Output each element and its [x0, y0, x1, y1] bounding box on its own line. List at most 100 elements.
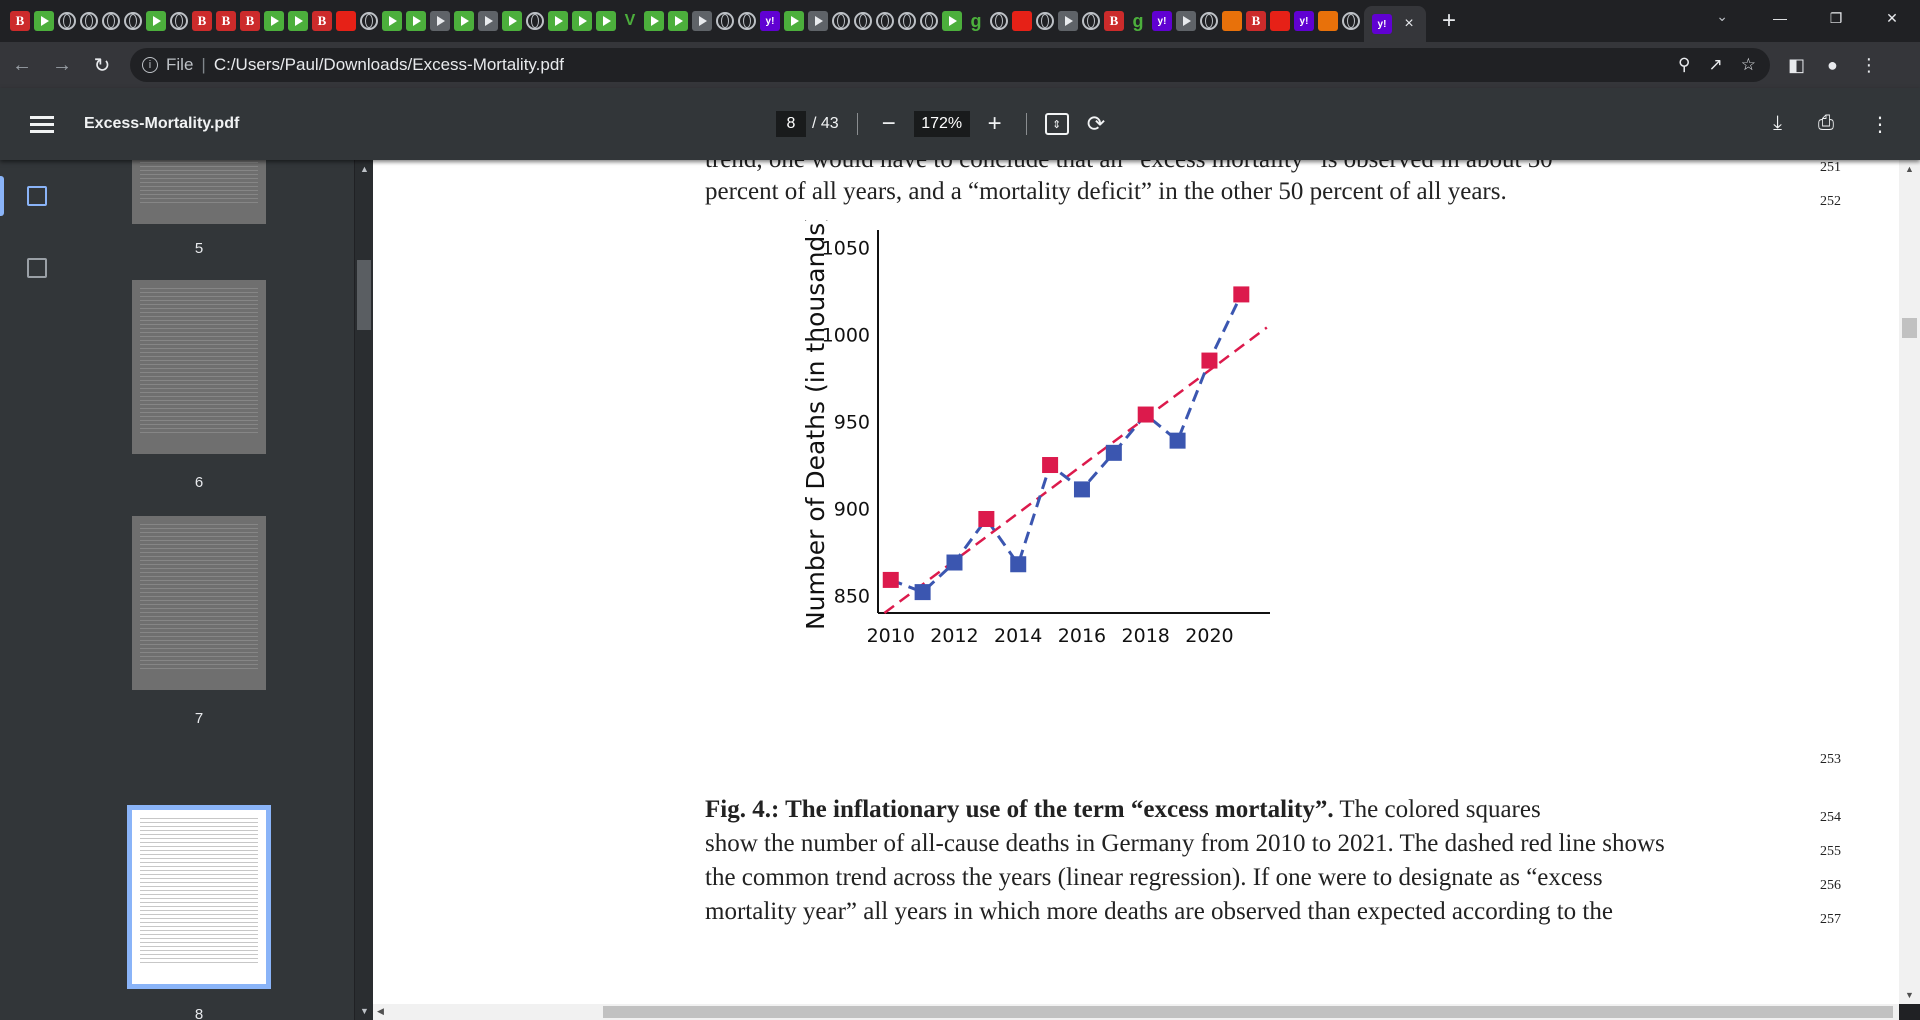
scroll-left-icon[interactable]: ◀: [377, 1006, 384, 1017]
share-icon[interactable]: ↗: [1709, 55, 1723, 75]
tab-favicon-B-icon[interactable]: B: [216, 11, 236, 31]
tab-favicon-globe-icon[interactable]: [170, 12, 188, 30]
tab-favicon-y-icon[interactable]: y!: [1294, 11, 1314, 31]
tab-favicon-red-icon[interactable]: [1270, 11, 1290, 31]
tab-favicon-globe-icon[interactable]: [1082, 12, 1100, 30]
hamburger-menu-icon[interactable]: [30, 115, 54, 133]
tab-favicon-play-icon[interactable]: [644, 11, 664, 31]
tab-favicon-globe-icon[interactable]: [1200, 12, 1218, 30]
horizontal-scrollbar[interactable]: ◀: [373, 1004, 1899, 1020]
tab-favicon-orange-icon[interactable]: [1318, 11, 1338, 31]
tab-favicon-g-icon[interactable]: g: [966, 11, 986, 31]
tab-close-icon[interactable]: ×: [1400, 15, 1418, 33]
tab-favicon-play-icon[interactable]: [454, 11, 474, 31]
page-thumbnail[interactable]: [132, 160, 266, 224]
tab-favicon-globe-icon[interactable]: [920, 12, 938, 30]
scroll-down-icon[interactable]: ▼: [360, 1006, 369, 1016]
tab-favicon-grey-icon[interactable]: [478, 11, 498, 31]
tab-favicon-play-icon[interactable]: [382, 11, 402, 31]
tab-favicon-B-icon[interactable]: B: [10, 11, 30, 31]
tab-favicon-globe-icon[interactable]: [832, 12, 850, 30]
reload-icon[interactable]: ↻: [84, 47, 120, 83]
back-icon[interactable]: ←: [4, 47, 40, 83]
bookmark-star-icon[interactable]: ☆: [1741, 55, 1756, 75]
tab-favicon-play-icon[interactable]: [784, 11, 804, 31]
tab-favicon-globe-icon[interactable]: [854, 12, 872, 30]
horizontal-scroll-thumb[interactable]: [603, 1006, 1893, 1018]
page-thumbnail-active[interactable]: [127, 805, 271, 989]
thumbnails-view-icon[interactable]: [0, 172, 74, 220]
download-icon[interactable]: ⤓: [1773, 112, 1782, 137]
tab-favicon-grey-icon[interactable]: [1176, 11, 1196, 31]
side-panel-icon[interactable]: ◧: [1788, 55, 1805, 76]
tab-favicon-v-icon[interactable]: V: [620, 11, 640, 31]
restore-icon[interactable]: ❐: [1808, 0, 1864, 36]
zoom-out-icon[interactable]: −: [876, 110, 902, 138]
tab-favicon-g-icon[interactable]: g: [1128, 11, 1148, 31]
tab-favicon-play-icon[interactable]: [596, 11, 616, 31]
tab-favicon-globe-icon[interactable]: [990, 12, 1008, 30]
tab-favicon-globe-icon[interactable]: [124, 12, 142, 30]
tab-favicon-orange-icon[interactable]: [1222, 11, 1242, 31]
new-tab-button[interactable]: +: [1442, 9, 1456, 33]
tab-favicon-y-icon[interactable]: y!: [1372, 14, 1392, 34]
tab-favicon-globe-icon[interactable]: [1342, 12, 1360, 30]
scroll-up-icon[interactable]: ▲: [360, 164, 369, 174]
tab-favicon-play-icon[interactable]: [942, 11, 962, 31]
scroll-up-icon[interactable]: ▲: [1905, 164, 1914, 174]
tab-favicon-grey-icon[interactable]: [692, 11, 712, 31]
tab-favicon-globe-icon[interactable]: [526, 12, 544, 30]
tab-favicon-play-icon[interactable]: [406, 11, 426, 31]
close-window-icon[interactable]: ✕: [1864, 0, 1920, 36]
tab-favicon-grey-icon[interactable]: [430, 11, 450, 31]
page-thumbnail[interactable]: [132, 516, 266, 690]
minimize-icon[interactable]: —: [1752, 0, 1808, 36]
active-tab[interactable]: y! ×: [1364, 6, 1426, 42]
tab-favicon-globe-icon[interactable]: [716, 12, 734, 30]
tab-favicon-globe-icon[interactable]: [898, 12, 916, 30]
page-thumbnail[interactable]: [132, 280, 266, 454]
tab-favicon-B-icon[interactable]: B: [240, 11, 260, 31]
tab-favicon-globe-icon[interactable]: [738, 12, 756, 30]
tab-favicon-grid-icon[interactable]: [808, 11, 828, 31]
tab-favicon-play-icon[interactable]: [146, 11, 166, 31]
tab-favicon-red-icon[interactable]: [336, 11, 356, 31]
zoom-icon[interactable]: ⚲: [1678, 55, 1690, 75]
tab-favicon-red-icon[interactable]: [1012, 11, 1032, 31]
profile-icon[interactable]: ●: [1827, 55, 1838, 76]
zoom-in-icon[interactable]: +: [982, 110, 1008, 138]
tab-favicon-globe-icon[interactable]: [102, 12, 120, 30]
tab-favicon-play-icon[interactable]: [548, 11, 568, 31]
zoom-input[interactable]: [913, 111, 970, 137]
address-bar[interactable]: i File | C:/Users/Paul/Downloads/Excess-…: [130, 48, 1770, 82]
rotate-icon[interactable]: ⟳: [1087, 111, 1105, 137]
tab-favicon-globe-icon[interactable]: [1036, 12, 1054, 30]
tab-favicon-y-icon[interactable]: y!: [1152, 11, 1172, 31]
tab-favicon-y-icon[interactable]: y!: [760, 11, 780, 31]
outline-view-icon[interactable]: [0, 244, 74, 292]
vertical-scrollbar[interactable]: ▲ ▼: [1899, 160, 1920, 1004]
site-info-icon[interactable]: i: [142, 57, 158, 73]
sidebar-scrollbar[interactable]: ▲ ▼: [355, 160, 373, 1020]
more-actions-icon[interactable]: ⋮: [1870, 112, 1890, 137]
vertical-scroll-thumb[interactable]: [1902, 318, 1917, 338]
tab-favicon-B-icon[interactable]: B: [312, 11, 332, 31]
browser-menu-icon[interactable]: ⋮: [1860, 55, 1878, 76]
fit-page-icon[interactable]: ⇕: [1044, 113, 1069, 135]
tab-favicon-globe-icon[interactable]: [80, 12, 98, 30]
tab-favicon-play-icon[interactable]: [502, 11, 522, 31]
tab-favicon-play-icon[interactable]: [264, 11, 284, 31]
pdf-viewer[interactable]: trend, one would have to conclude that a…: [373, 160, 1899, 1004]
tab-favicon-play-icon[interactable]: [34, 11, 54, 31]
tab-favicon-play-icon[interactable]: [288, 11, 308, 31]
tab-favicon-globe-icon[interactable]: [876, 12, 894, 30]
tab-favicon-play-icon[interactable]: [668, 11, 688, 31]
page-number-input[interactable]: [776, 111, 806, 137]
tab-favicon-B-icon[interactable]: B: [192, 11, 212, 31]
tab-favicon-grey-icon[interactable]: [1058, 11, 1078, 31]
tab-favicon-B-icon[interactable]: B: [1246, 11, 1266, 31]
tab-favicon-globe-icon[interactable]: [360, 12, 378, 30]
sidebar-scroll-thumb[interactable]: [357, 260, 371, 330]
tab-favicon-play-icon[interactable]: [572, 11, 592, 31]
forward-icon[interactable]: →: [44, 47, 80, 83]
